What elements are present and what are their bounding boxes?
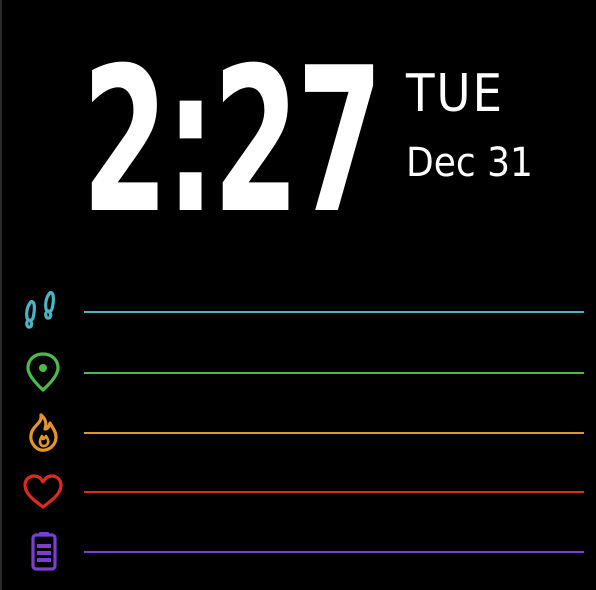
- clock-weekday: TUE: [406, 64, 504, 124]
- battery-progress-line: [84, 551, 584, 553]
- stat-row-distance: [20, 350, 590, 396]
- heart-rate-progress-line: [84, 491, 584, 493]
- heart-icon: [23, 474, 63, 509]
- distance-progress-line: [84, 372, 584, 374]
- steps-progress-line: [84, 311, 584, 313]
- stat-row-calories: [20, 410, 590, 456]
- clock-date: Dec 31: [406, 140, 533, 186]
- battery-icon: [31, 532, 57, 571]
- stat-row-steps: [20, 289, 590, 335]
- footprints-icon: [25, 291, 56, 329]
- stat-row-battery: [20, 529, 590, 575]
- clock-time: 2:27: [82, 25, 383, 258]
- calories-progress-line: [84, 432, 584, 434]
- location-pin-icon: [26, 352, 60, 392]
- stat-row-heart-rate: [20, 469, 590, 515]
- watch-face: 2:27 TUE Dec 31: [0, 0, 596, 590]
- flame-icon: [29, 413, 58, 452]
